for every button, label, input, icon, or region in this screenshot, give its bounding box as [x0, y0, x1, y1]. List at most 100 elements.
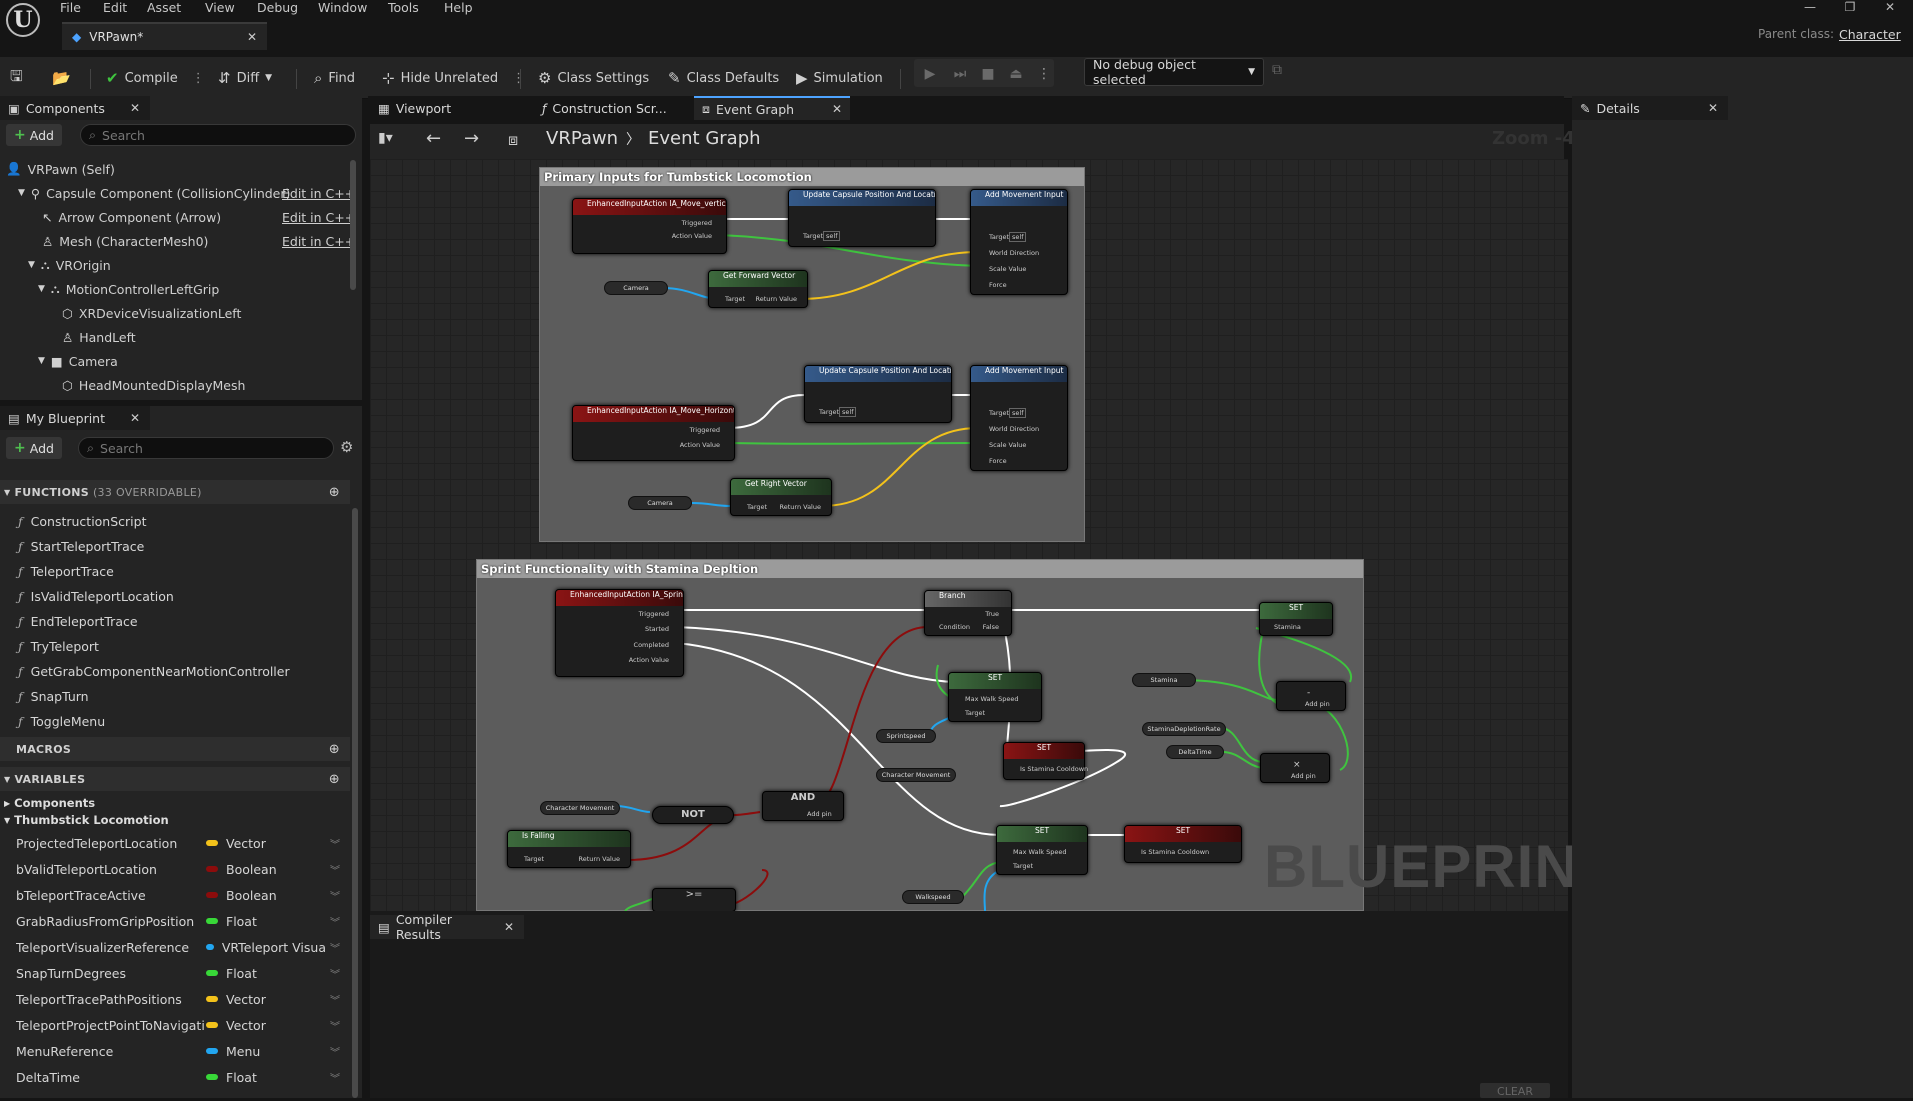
function-item[interactable]: ƒ GetGrabComponentNearMotionController [18, 659, 290, 684]
play-icon[interactable]: ▶ [918, 62, 942, 86]
tab-event-graph[interactable]: ⧈ Event Graph ✕ [694, 96, 850, 120]
tab-viewport[interactable]: ▦ Viewport [370, 96, 530, 120]
forward-arrow-icon[interactable]: → [464, 128, 479, 149]
edit-in-cpp-link[interactable]: Edit in C++ [282, 234, 355, 249]
variable-type[interactable]: VRTeleport Visua [206, 940, 326, 955]
tree-item-motioncontroller[interactable]: ▼ ⛬ MotionControllerLeftGrip [38, 277, 219, 301]
menu-debug[interactable]: Debug [257, 0, 298, 15]
close-event-graph-icon[interactable]: ✕ [832, 102, 842, 116]
visibility-eye-icon[interactable]: ︾ [330, 966, 340, 981]
hide-unrelated-button[interactable]: ⊹ Hide Unrelated ⋮ [382, 66, 525, 90]
step-icon[interactable]: ⏭ [948, 62, 972, 86]
visibility-eye-icon[interactable]: ︾ [330, 1018, 340, 1033]
breadcrumb-root[interactable]: VRPawn [546, 128, 618, 149]
function-item[interactable]: ƒ IsValidTeleportLocation [18, 584, 174, 609]
variable-type[interactable]: Vector [206, 992, 326, 1007]
menu-view[interactable]: View [205, 0, 235, 15]
parent-class-link[interactable]: Character [1839, 27, 1901, 42]
function-item[interactable]: ƒ ToggleMenu [18, 709, 105, 734]
node-and[interactable]: AND Add pin [762, 791, 844, 821]
tab-construction-script[interactable]: ƒ Construction Scr... [534, 96, 692, 120]
variable-row[interactable]: GrabRadiusFromGripPosition Float ︾ [0, 908, 350, 934]
function-item[interactable]: ƒ StartTeleportTrace [18, 534, 144, 559]
node-multiply[interactable]: × Add pin [1260, 753, 1330, 783]
function-item[interactable]: ƒ TeleportTrace [18, 559, 114, 584]
details-tab[interactable]: ✎ Details ✕ [1572, 96, 1728, 120]
components-tab[interactable]: ▣ Components ✕ [0, 96, 150, 120]
node-branch[interactable]: Branch True Condition False [924, 590, 1012, 636]
node-character-movement-1[interactable]: Character Movement [876, 768, 956, 782]
var-category-components[interactable]: ▶ Components [4, 795, 95, 811]
add-pin-label[interactable]: Add pin [1291, 772, 1316, 780]
variable-type[interactable]: Vector [206, 1018, 326, 1033]
node-get-forward-vector[interactable]: Get Forward Vector Target Return Value [708, 270, 808, 308]
variable-type[interactable]: Float [206, 1070, 326, 1085]
node-greater-equal[interactable]: >= [652, 888, 736, 912]
my-blueprint-scrollbar[interactable] [352, 508, 358, 1098]
tree-item-camera[interactable]: ▼ ■ Camera [38, 349, 118, 373]
class-defaults-button[interactable]: ✎ Class Defaults [668, 66, 779, 90]
close-compiler-icon[interactable]: ✕ [504, 920, 514, 934]
variable-row[interactable]: TeleportTracePathPositions Vector ︾ [0, 986, 350, 1012]
clear-button[interactable]: CLEAR [1480, 1083, 1550, 1098]
add-variable-icon[interactable]: ⊕ [329, 772, 340, 787]
back-arrow-icon[interactable]: ← [426, 128, 441, 149]
tree-item-hmd-mesh[interactable]: ⬡ HeadMountedDisplayMesh [62, 373, 245, 397]
node-character-movement-2[interactable]: Character Movement [540, 801, 620, 815]
function-item[interactable]: ƒ ConstructionScript [18, 509, 147, 534]
var-category-thumbstick[interactable]: ▼ Thumbstick Locomotion [4, 812, 169, 828]
variable-type[interactable]: Boolean [206, 862, 326, 877]
visibility-eye-icon[interactable]: ︾ [330, 836, 340, 851]
tree-item-vrpawn[interactable]: 👤 VRPawn (Self) [6, 157, 115, 181]
node-ia-move-vertical[interactable]: EnhancedInputAction IA_Move_vertical Tri… [572, 198, 727, 254]
debug-object-select[interactable]: No debug object selected ▼ [1084, 57, 1264, 87]
node-set-stamina[interactable]: SET Stamina [1259, 602, 1333, 636]
functions-section-header[interactable]: ▼ FUNCTIONS (33 OVERRIDABLE) ⊕ [0, 480, 350, 504]
variable-row[interactable]: bValidTeleportLocation Boolean ︾ [0, 856, 350, 882]
variables-section-header[interactable]: ▼ VARIABLES ⊕ [0, 767, 350, 791]
browse-icon[interactable]: 📂 [52, 66, 71, 90]
restore-icon[interactable]: ❐ [1830, 0, 1870, 14]
menu-asset[interactable]: Asset [147, 0, 181, 15]
variable-row[interactable]: SnapTurnDegrees Float ︾ [0, 960, 350, 986]
function-item[interactable]: ƒ TryTeleport [18, 634, 99, 659]
variable-row[interactable]: TeleportProjectPointToNavigati Vector ︾ [0, 1012, 350, 1038]
bookmark-icon[interactable]: ▮▾ [378, 130, 393, 146]
save-icon[interactable]: 🖫 [10, 66, 23, 90]
menu-file[interactable]: File [60, 0, 81, 15]
node-delta-time[interactable]: DeltaTime [1166, 745, 1224, 759]
function-item[interactable]: ƒ SnapTurn [18, 684, 89, 709]
close-my-blueprint-icon[interactable]: ✕ [130, 411, 140, 425]
node-update-capsule-1[interactable]: Update Capsule Position And Location Tar… [788, 189, 936, 247]
node-get-right-vector[interactable]: Get Right Vector Target Return Value [730, 478, 832, 516]
tree-item-handleft[interactable]: ♙ HandLeft [62, 325, 136, 349]
variable-row[interactable]: ProjectedTeleportLocation Vector ︾ [0, 830, 350, 856]
function-item[interactable]: ƒ EndTeleportTrace [18, 609, 138, 634]
close-window-icon[interactable]: ✕ [1870, 0, 1910, 14]
variable-type[interactable]: Menu [206, 1044, 326, 1059]
node-add-movement-2[interactable]: Add Movement Input Target self World Dir… [970, 365, 1068, 471]
node-sprintspeed[interactable]: Sprintspeed [876, 729, 936, 743]
edit-in-cpp-link[interactable]: Edit in C++ [282, 210, 355, 225]
node-add-movement-1[interactable]: Add Movement Input Target self World Dir… [970, 189, 1068, 295]
variable-type[interactable]: Boolean [206, 888, 326, 903]
node-ia-sprint[interactable]: EnhancedInputAction IA_Sprint Triggered … [555, 589, 684, 677]
visibility-eye-icon[interactable]: ︾ [330, 862, 340, 877]
settings-gear-icon[interactable]: ⚙ [340, 438, 353, 456]
add-pin-label[interactable]: Add pin [807, 810, 832, 818]
menu-edit[interactable]: Edit [103, 0, 127, 15]
variable-row[interactable]: bTeleportTraceActive Boolean ︾ [0, 882, 350, 908]
node-set-stamina-cooldown-2[interactable]: SET Is Stamina Cooldown [1124, 825, 1242, 863]
variable-row[interactable]: DeltaTime Float ︾ [0, 1064, 350, 1090]
visibility-eye-icon[interactable]: ︾ [330, 992, 340, 1007]
my-blueprint-add-button[interactable]: + Add [6, 437, 62, 459]
add-macro-icon[interactable]: ⊕ [329, 742, 340, 757]
tree-item-vrorigin[interactable]: ▼ ⛬ VROrigin [28, 253, 111, 277]
node-camera-2[interactable]: Camera [628, 496, 692, 510]
find-button[interactable]: ⌕ Find [314, 66, 355, 90]
diff-button[interactable]: ⇵ Diff ▼ [218, 66, 272, 90]
class-settings-button[interactable]: ⚙ Class Settings [538, 66, 649, 90]
simulation-button[interactable]: ▶ Simulation [796, 66, 883, 90]
play-options-icon[interactable]: ⋮ [1032, 62, 1056, 86]
add-pin-label[interactable]: Add pin [1305, 700, 1330, 708]
